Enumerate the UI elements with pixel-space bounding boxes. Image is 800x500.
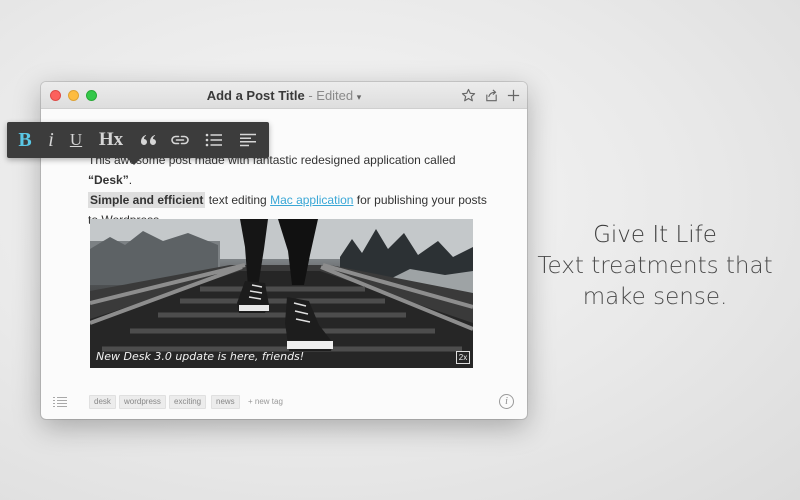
window-title[interactable]: Add a Post Title - Edited ▾ xyxy=(41,88,527,103)
align-left-icon xyxy=(240,133,256,147)
share-icon[interactable] xyxy=(484,88,499,103)
titlebar: Add a Post Title - Edited ▾ xyxy=(41,82,527,109)
bold-icon: B xyxy=(18,128,32,151)
promo-headline: Give It Life xyxy=(593,222,717,248)
tag-chip[interactable]: desk xyxy=(89,395,116,409)
image-caption[interactable]: New Desk 3.0 update is here, friends! xyxy=(96,350,304,363)
tag-chip[interactable]: exciting xyxy=(169,395,207,409)
post-title: Add a Post Title xyxy=(206,88,305,103)
tag-chip[interactable]: news xyxy=(211,395,240,409)
align-button[interactable] xyxy=(233,122,263,158)
selected-text[interactable]: Simple and efficient xyxy=(88,192,206,208)
format-toolbar: B i U Hx xyxy=(7,122,269,158)
quote-icon xyxy=(141,135,156,145)
heading-icon: Hx xyxy=(98,129,124,150)
bullet-list-icon xyxy=(205,133,222,147)
post-image[interactable] xyxy=(90,219,473,368)
app-name-bold: “Desk” xyxy=(88,173,129,187)
underline-button[interactable]: U xyxy=(61,122,91,158)
toolbar-pointer xyxy=(126,157,142,165)
underline-icon: U xyxy=(69,130,83,149)
link-icon xyxy=(171,135,189,145)
body-period: . xyxy=(128,173,133,187)
retina-badge[interactable]: 2x xyxy=(456,351,470,364)
star-icon[interactable] xyxy=(461,88,476,103)
railway-photo xyxy=(90,219,473,368)
heading-button[interactable]: Hx xyxy=(93,122,129,158)
tag-chip[interactable]: wordpress xyxy=(119,395,166,409)
plus-icon[interactable] xyxy=(506,88,521,103)
outline-list-icon[interactable] xyxy=(52,395,68,408)
info-icon[interactable]: i xyxy=(499,394,514,409)
mac-application-link[interactable]: Mac application xyxy=(270,193,353,207)
chevron-down-icon[interactable]: ▾ xyxy=(357,92,362,102)
promo-subline-1: Text treatments that xyxy=(537,253,773,279)
promo-text: Give It Life Text treatments that make s… xyxy=(530,220,780,313)
body-mid-text: text editing xyxy=(205,193,271,207)
edited-status: - Edited xyxy=(308,88,354,103)
post-body[interactable]: This awesome post made with fantastic re… xyxy=(88,150,488,230)
promo-subline-2: make sense. xyxy=(582,284,728,310)
link-button[interactable] xyxy=(165,122,195,158)
italic-icon: i xyxy=(48,128,54,151)
quote-button[interactable] xyxy=(133,122,163,158)
list-button[interactable] xyxy=(199,122,229,158)
new-tag-input[interactable]: + new tag xyxy=(248,397,283,406)
